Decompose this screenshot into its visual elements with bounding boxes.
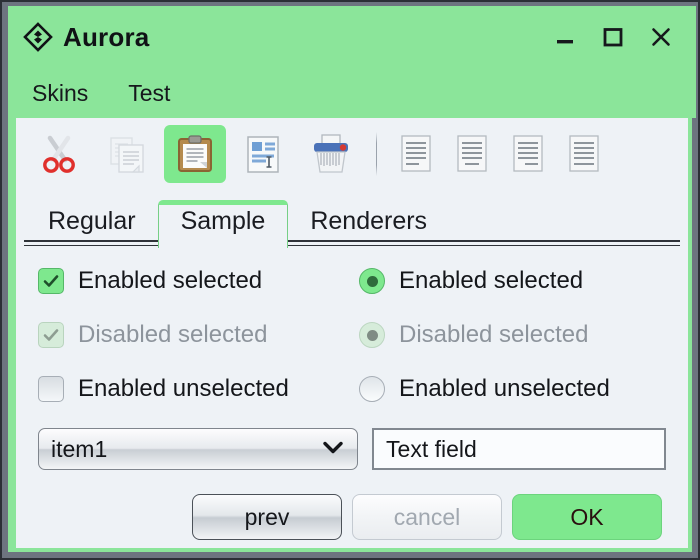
dialog-buttons: prev cancel OK — [32, 470, 672, 540]
item-combobox[interactable]: item1 — [38, 428, 359, 470]
text-field-value: Text field — [386, 435, 477, 462]
align-center-icon — [457, 135, 487, 172]
toolbar — [16, 118, 688, 190]
options-grid: Enabled selected Enabled selected Disabl… — [32, 264, 672, 406]
minimize-icon[interactable] — [554, 26, 576, 48]
toolbar-button-align-left[interactable] — [391, 125, 441, 183]
radio-label-enabled-unselected: Enabled unselected — [399, 375, 610, 402]
sample-panel: Enabled selected Enabled selected Disabl… — [16, 248, 688, 540]
radio-dot-icon — [366, 329, 378, 341]
document-edit-icon — [247, 136, 279, 173]
align-right-icon — [513, 135, 543, 172]
close-icon[interactable] — [650, 26, 672, 48]
checkbox-enabled-unselected[interactable] — [38, 376, 64, 402]
radio-row-disabled-selected: Disabled selected — [359, 318, 672, 352]
check-icon — [43, 329, 59, 341]
toolbar-button-align-justify[interactable] — [559, 125, 609, 183]
checkbox-disabled-selected — [38, 322, 64, 348]
check-icon — [43, 275, 59, 287]
prev-button[interactable]: prev — [192, 494, 342, 540]
radio-label-enabled-selected: Enabled selected — [399, 267, 584, 294]
window-title: Aurora — [63, 21, 150, 52]
diamond-logo-icon — [23, 22, 53, 52]
toolbar-button-cut[interactable] — [28, 125, 90, 183]
radio-dot-icon — [366, 275, 378, 287]
checkbox-row-disabled-selected: Disabled selected — [38, 318, 351, 352]
cancel-button[interactable]: cancel — [352, 494, 502, 540]
tab-bar: Regular Sample Renderers — [16, 190, 688, 253]
copy-documents-icon — [110, 137, 144, 173]
scissors-icon — [43, 135, 75, 173]
radio-enabled-selected[interactable] — [359, 268, 385, 294]
text-field[interactable]: Text field — [372, 428, 666, 470]
ok-button[interactable]: OK — [512, 494, 662, 540]
application-window: Aurora Skins Test Regular Sample Rendere… — [0, 0, 700, 560]
toolbar-button-shred[interactable] — [300, 125, 362, 183]
radio-row-enabled-unselected: Enabled unselected — [359, 372, 672, 406]
radio-label-disabled-selected: Disabled selected — [399, 321, 589, 348]
toolbar-button-edit-document[interactable] — [232, 125, 294, 183]
toolbar-button-paste[interactable] — [164, 125, 226, 183]
align-justify-icon — [569, 135, 599, 172]
checkbox-enabled-selected[interactable] — [38, 268, 64, 294]
checkbox-row-enabled-unselected: Enabled unselected — [38, 372, 351, 406]
toolbar-button-align-center[interactable] — [447, 125, 497, 183]
paper-shredder-icon — [314, 134, 348, 173]
checkbox-label-enabled-selected: Enabled selected — [78, 267, 263, 294]
tab-sample[interactable]: Sample — [157, 200, 289, 253]
menu-item-test[interactable]: Test — [128, 80, 170, 107]
fields-row: item1 Text field — [32, 406, 672, 470]
maximize-icon[interactable] — [602, 26, 624, 48]
radio-row-enabled-selected: Enabled selected — [359, 264, 672, 298]
combobox-value: item1 — [51, 435, 108, 462]
toolbar-button-copy[interactable] — [96, 125, 158, 183]
clipboard-paste-icon — [178, 135, 212, 172]
window-controls — [554, 26, 696, 48]
chevron-down-icon — [321, 435, 345, 464]
content-area: Regular Sample Renderers Enabled selecte… — [16, 118, 688, 548]
menu-bar: Skins Test — [8, 68, 696, 118]
title-bar: Aurora — [8, 6, 696, 68]
toolbar-separator — [376, 132, 377, 176]
toolbar-button-align-right[interactable] — [503, 125, 553, 183]
menu-item-skins[interactable]: Skins — [32, 80, 88, 107]
align-left-icon — [401, 135, 431, 172]
checkbox-row-enabled-selected: Enabled selected — [38, 264, 351, 298]
radio-disabled-selected — [359, 322, 385, 348]
checkbox-label-disabled-selected: Disabled selected — [78, 321, 268, 348]
checkbox-label-enabled-unselected: Enabled unselected — [78, 375, 289, 402]
tab-bar-divider — [24, 240, 680, 246]
radio-enabled-unselected[interactable] — [359, 376, 385, 402]
